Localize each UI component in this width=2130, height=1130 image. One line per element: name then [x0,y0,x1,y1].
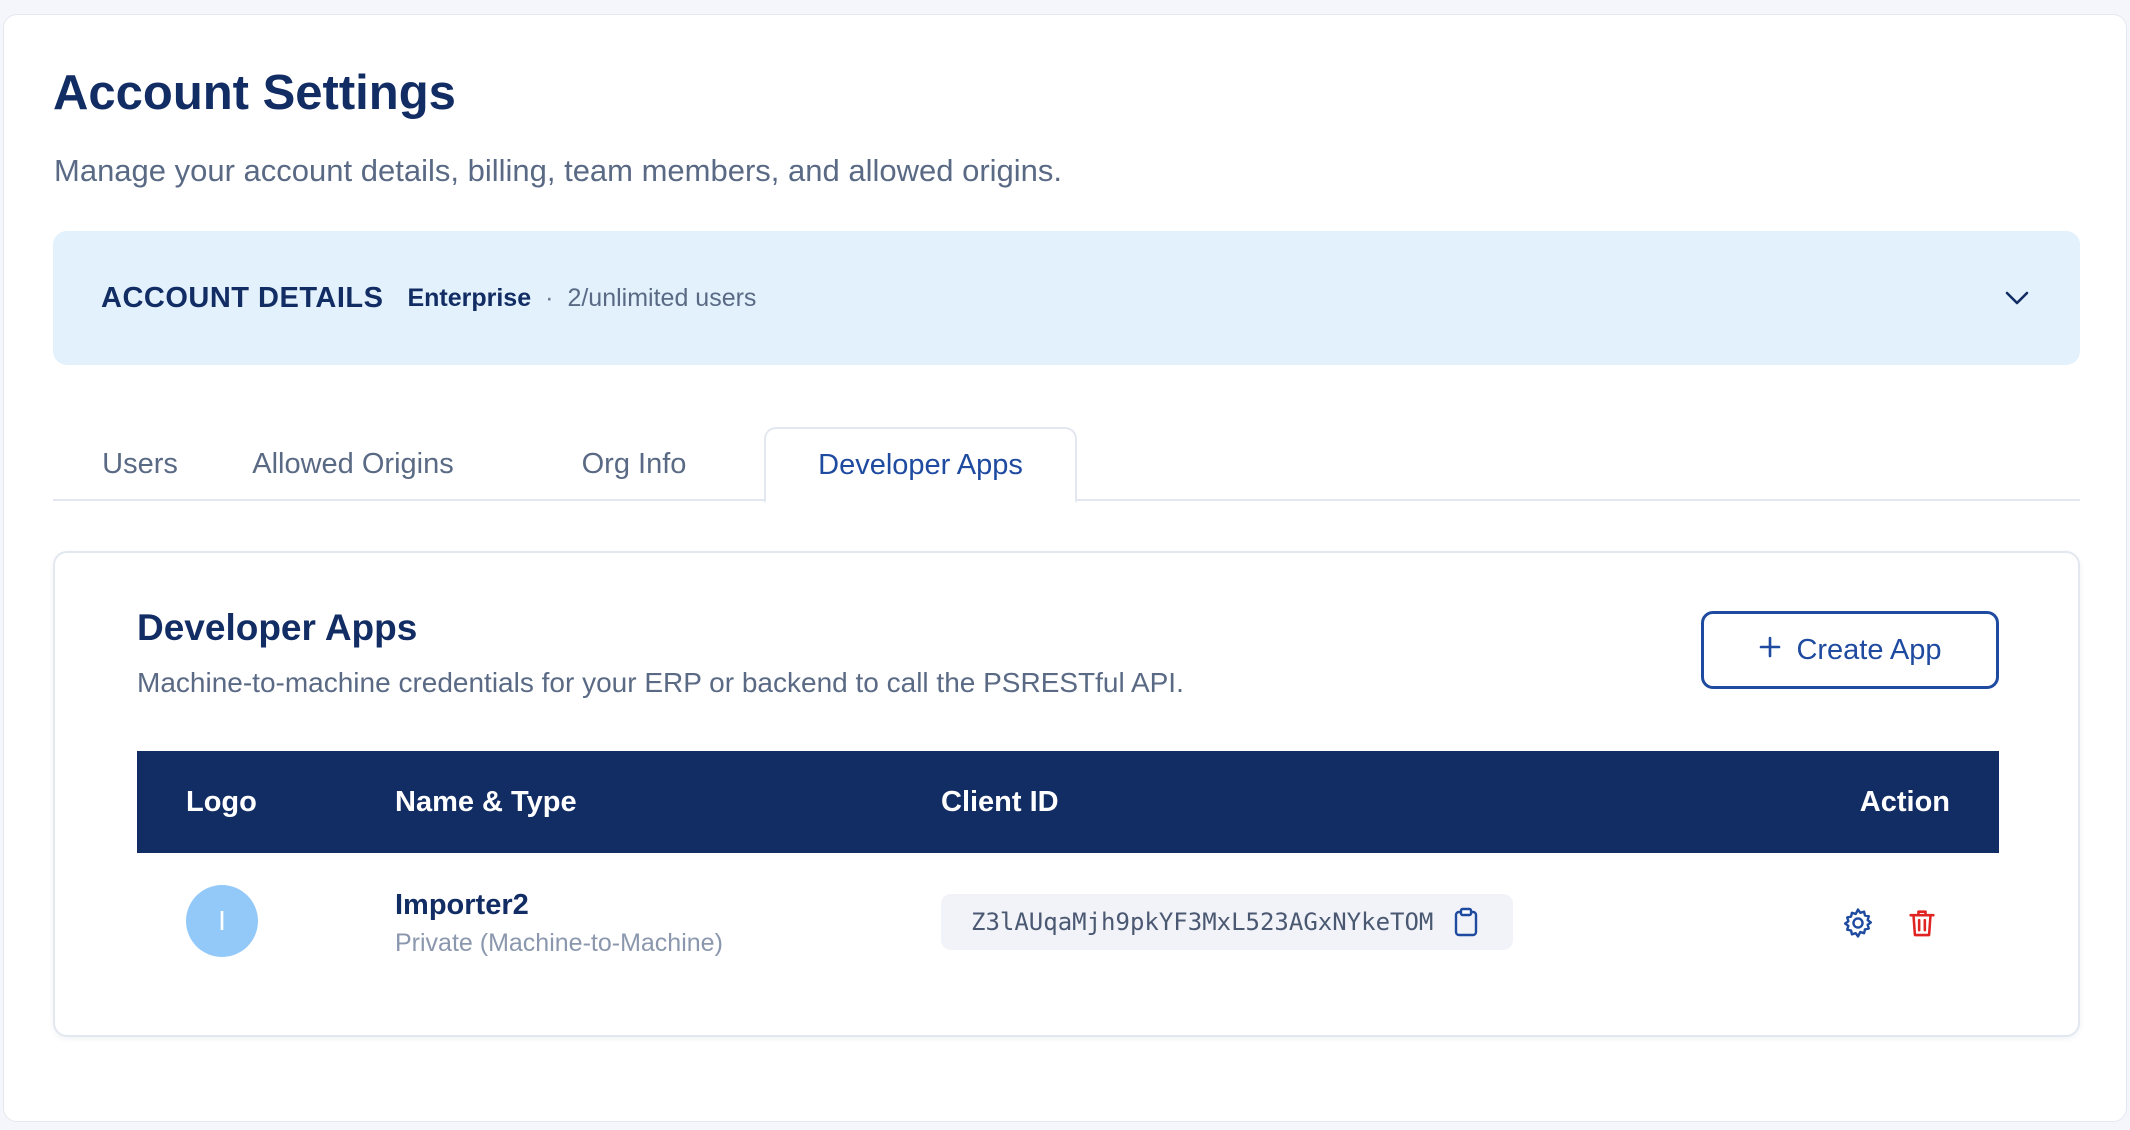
page-subtitle: Manage your account details, billing, te… [54,153,1063,188]
developer-apps-table: Logo Name & Type Client ID Action I Impo… [137,751,1999,991]
app-name: Importer2 [395,889,529,921]
settings-tabs: Users Allowed Origins Org Info Developer… [53,427,2080,503]
separator-dot: · [545,283,554,312]
account-details-title: ACCOUNT DETAILS [101,281,384,314]
account-details-panel[interactable]: ACCOUNT DETAILS Enterprise · 2/unlimited… [53,231,2080,365]
page-title: Account Settings [53,66,456,120]
account-settings-page: Account Settings Manage your account det… [3,14,2127,1122]
table-row: I Importer2 Private (Machine-to-Machine)… [137,853,1999,991]
column-header-action: Action [1859,785,1950,818]
tab-developer-apps[interactable]: Developer Apps [764,427,1077,503]
chevron-down-icon[interactable] [2002,283,2032,313]
tab-org-info[interactable]: Org Info [549,427,719,501]
column-header-name-type: Name & Type [395,785,577,818]
column-header-client-id: Client ID [941,785,1059,818]
developer-apps-description: Machine-to-machine credentials for your … [137,667,1184,698]
account-plan: Enterprise [407,283,532,312]
account-user-count: 2/unlimited users [567,283,757,312]
column-header-logo: Logo [186,785,257,818]
clipboard-icon[interactable] [1451,906,1481,938]
gear-icon[interactable] [1841,906,1875,940]
plus-icon [1758,634,1782,667]
create-app-label: Create App [1796,633,1942,666]
client-id-value[interactable]: Z3lAUqaMjh9pkYF3MxL523AGxNYkeTOM [971,908,1433,936]
table-header: Logo Name & Type Client ID Action [137,751,1999,853]
create-app-button[interactable]: Create App [1701,611,1999,689]
developer-apps-title: Developer Apps [137,607,418,648]
tab-allowed-origins[interactable]: Allowed Origins [227,427,479,501]
app-type: Private (Machine-to-Machine) [395,929,723,957]
tab-users[interactable]: Users [53,427,227,501]
app-logo-avatar: I [186,885,258,957]
trash-icon[interactable] [1905,906,1939,940]
developer-apps-card: Developer Apps Machine-to-machine creden… [53,551,2080,1037]
client-id-field: Z3lAUqaMjh9pkYF3MxL523AGxNYkeTOM [941,894,1513,950]
